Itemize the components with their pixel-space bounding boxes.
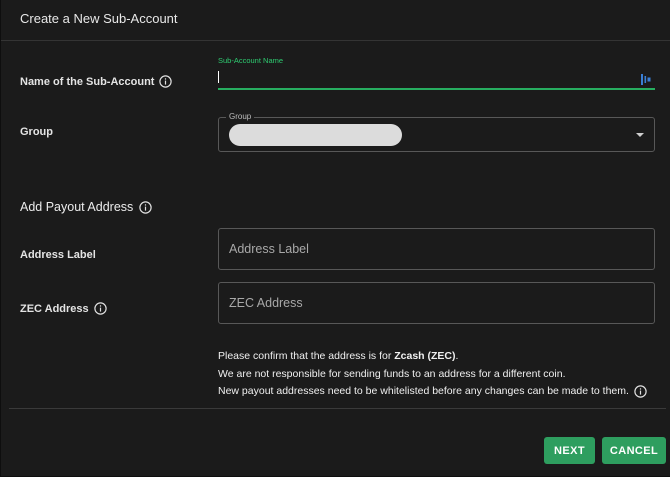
notice-line-confirm: Please confirm that the address is for Z… bbox=[218, 348, 647, 366]
payout-notice: Please confirm that the address is for Z… bbox=[218, 348, 647, 401]
group-select-legend: Group bbox=[226, 112, 255, 121]
payout-section-title: Add Payout Address bbox=[20, 200, 152, 214]
cancel-button[interactable]: CANCEL bbox=[602, 437, 666, 464]
sub-account-name-floating-label: Sub-Account Name bbox=[218, 56, 284, 65]
notice-confirm-suffix: . bbox=[455, 350, 459, 362]
notice-responsibility-text: We are not responsible for sending funds… bbox=[218, 367, 566, 380]
group-selected-value-chip bbox=[229, 124, 402, 146]
notice-line-responsibility: We are not responsible for sending funds… bbox=[218, 366, 647, 384]
password-manager-icon[interactable] bbox=[641, 72, 651, 85]
info-icon[interactable] bbox=[93, 302, 107, 315]
dialog-title: Create a New Sub-Account bbox=[20, 11, 178, 26]
address-label-input[interactable] bbox=[218, 228, 655, 270]
notice-coin-name: Zcash (ZEC) bbox=[394, 350, 456, 362]
zec-address-row-label: ZEC Address bbox=[20, 302, 107, 315]
notice-whitelist-text: New payout addresses need to be whitelis… bbox=[218, 385, 629, 397]
footer-divider bbox=[9, 408, 666, 409]
info-icon[interactable] bbox=[139, 200, 152, 214]
header-divider bbox=[1, 40, 670, 41]
zec-address-label-text: ZEC Address bbox=[20, 302, 89, 315]
info-icon[interactable] bbox=[634, 385, 647, 398]
notice-confirm-text: Please confirm that the address is for bbox=[218, 350, 395, 362]
payout-section-title-text: Add Payout Address bbox=[20, 200, 134, 214]
next-button[interactable]: NEXT bbox=[544, 437, 595, 464]
sub-account-name-row-label: Name of the Sub-Account bbox=[20, 75, 173, 88]
sub-account-name-underline bbox=[218, 88, 655, 90]
zec-address-input[interactable] bbox=[218, 282, 655, 324]
info-icon[interactable] bbox=[159, 75, 173, 88]
group-row-label: Group bbox=[20, 126, 53, 138]
sub-account-name-label-text: Name of the Sub-Account bbox=[20, 75, 155, 88]
address-label-row-label: Address Label bbox=[20, 249, 96, 261]
sub-account-name-field[interactable]: Sub-Account Name bbox=[218, 54, 655, 90]
chevron-down-icon[interactable] bbox=[636, 133, 644, 137]
group-select[interactable]: Group bbox=[218, 112, 655, 152]
group-label-text: Group bbox=[20, 126, 53, 138]
notice-line-whitelist: New payout addresses need to be whitelis… bbox=[218, 383, 647, 401]
address-label-label-text: Address Label bbox=[20, 249, 96, 261]
text-caret bbox=[218, 71, 219, 83]
create-sub-account-dialog: Create a New Sub-Account Name of the Sub… bbox=[0, 0, 670, 477]
